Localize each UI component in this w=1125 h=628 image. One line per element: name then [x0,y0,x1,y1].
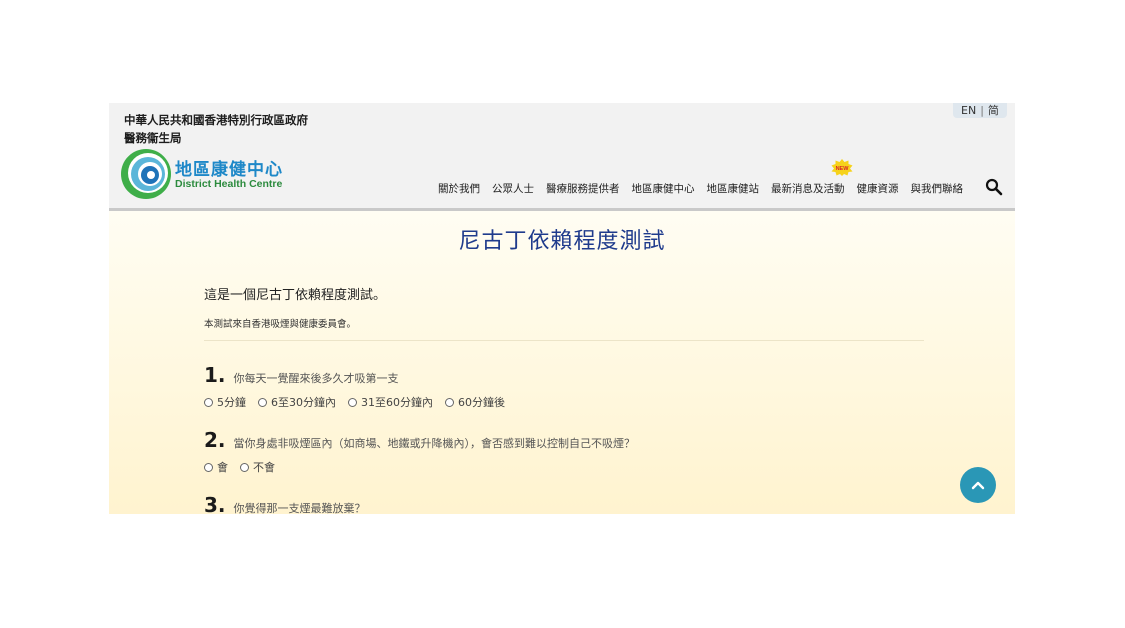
government-title: 中華人民共和國香港特別行政區政府 醫務衞生局 [124,111,308,147]
site-header: 中華人民共和國香港特別行政區政府 醫務衞生局 地區康健中心 District H… [109,103,1015,211]
new-badge-text: NEW [836,166,850,172]
nav-news[interactable]: 最新消息及活動 NEW [771,159,853,196]
lang-sc-link[interactable]: 简 [987,104,1000,117]
gov-line-1: 中華人民共和國香港特別行政區政府 [124,113,308,127]
question-number: 2. [204,428,226,452]
option-label: 不會 [253,461,275,474]
lang-separator: | [980,104,984,117]
language-switcher: EN | 简 [953,103,1007,118]
nav-news-label: 最新消息及活動 [771,183,845,195]
option-after-60min[interactable]: 60分鐘後 [445,394,505,410]
chevron-up-icon [971,481,985,490]
district-health-centre-logo[interactable] [119,147,173,201]
radio-button[interactable] [204,462,213,472]
question-2: 2. 當你身處非吸煙區內（如商場、地鐵或升降機內），會否感到難以控制自己不吸煙？ [204,428,635,452]
intro-text: 這是一個尼古丁依賴程度測試。 [204,288,387,303]
lang-en-link[interactable]: EN [960,104,977,117]
question-text: 你覺得那一支煙最難放棄？ [233,502,366,514]
radio-button[interactable] [258,397,267,407]
main-content: 尼古丁依賴程度測試 這是一個尼古丁依賴程度測試。 本測試來自香港吸煙與健康委員會… [109,211,1015,514]
back-to-top-button[interactable] [960,467,996,503]
question-1: 1. 你每天一覺醒來後多久才吸第一支 [204,363,399,387]
nav-resources[interactable]: 健康資源 [857,181,899,196]
question-number: 1. [204,363,226,387]
nav-contact[interactable]: 與我們聯絡 [911,181,964,196]
question-text: 當你身處非吸煙區內（如商場、地鐵或升降機內），會否感到難以控制自己不吸煙？ [233,437,636,450]
question-2-options: 會 不會 [204,459,287,475]
option-label: 60分鐘後 [458,396,505,409]
option-label: 5分鐘 [217,396,246,409]
question-3: 3. 你覺得那一支煙最難放棄？ [204,493,366,514]
page-title: 尼古丁依賴程度測試 [458,229,666,254]
radio-button[interactable] [204,397,213,407]
nav-public[interactable]: 公眾人士 [492,181,534,196]
divider [204,340,924,341]
option-no[interactable]: 不會 [240,459,275,475]
question-number: 3. [204,493,226,514]
question-1-options: 5分鐘 6至30分鐘內 31至60分鐘內 60分鐘後 [204,394,517,410]
option-6-30min[interactable]: 6至30分鐘內 [258,394,336,410]
option-label: 31至60分鐘內 [361,396,433,409]
gov-line-2: 醫務衞生局 [124,131,182,145]
search-icon[interactable] [985,178,1003,196]
radio-button[interactable] [348,397,357,407]
option-label: 會 [217,461,228,474]
logo-chinese-text[interactable]: 地區康健中心 [175,155,283,180]
nav-dhc-express[interactable]: 地區康健站 [707,181,760,196]
new-badge-icon: NEW [831,159,853,176]
nav-dhc[interactable]: 地區康健中心 [632,181,695,196]
main-nav: 關於我們 公眾人士 醫療服務提供者 地區康健中心 地區康健站 最新消息及活動 N… [438,159,964,196]
radio-button[interactable] [445,397,454,407]
source-text: 本測試來自香港吸煙與健康委員會。 [204,319,357,330]
logo-english-text[interactable]: District Health Centre [175,178,282,190]
option-5min[interactable]: 5分鐘 [204,394,246,410]
option-yes[interactable]: 會 [204,459,228,475]
option-label: 6至30分鐘內 [271,396,336,409]
radio-button[interactable] [240,462,249,472]
option-31-60min[interactable]: 31至60分鐘內 [348,394,433,410]
question-text: 你每天一覺醒來後多久才吸第一支 [233,372,399,385]
browser-viewport: 中華人民共和國香港特別行政區政府 醫務衞生局 地區康健中心 District H… [109,103,1015,514]
nav-about[interactable]: 關於我們 [438,181,480,196]
nav-providers[interactable]: 醫療服務提供者 [546,181,620,196]
